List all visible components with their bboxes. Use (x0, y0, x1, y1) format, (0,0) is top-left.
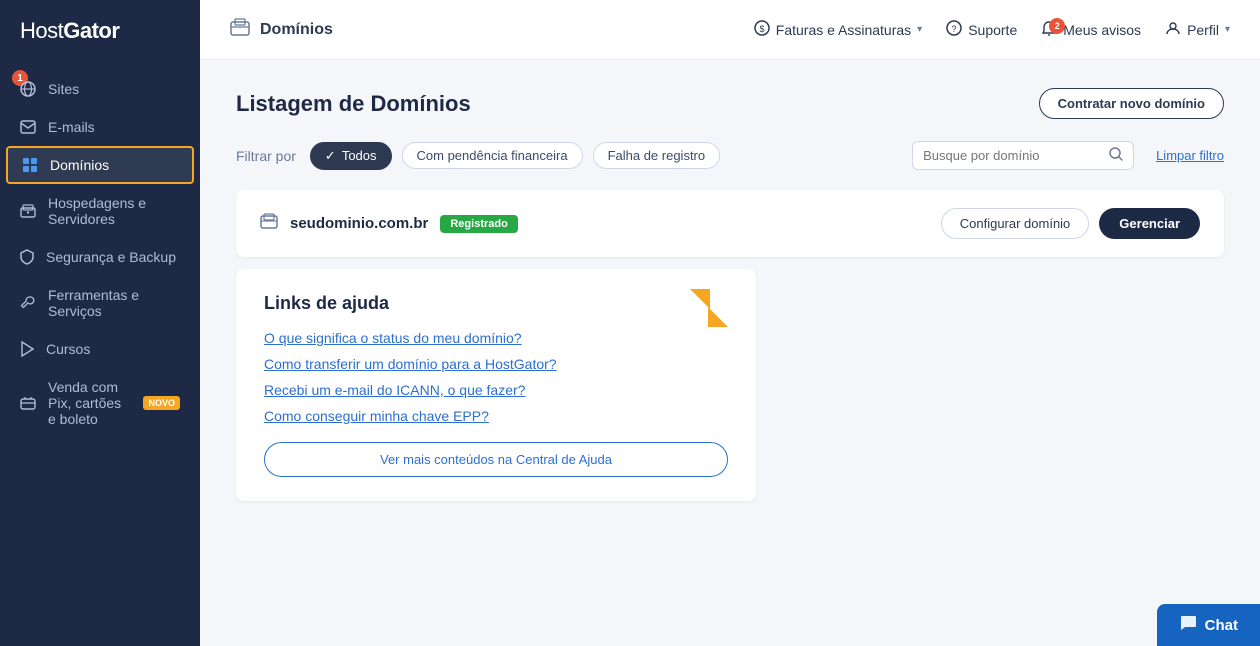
sidebar-item-hospedagens[interactable]: Hospedagens e Servidores (0, 184, 200, 238)
chat-label: Chat (1205, 617, 1238, 634)
page-title: Listagem de Domínios (236, 91, 471, 117)
domain-actions: Configurar domínio Gerenciar (941, 208, 1200, 239)
suporte-icon: ? (946, 20, 962, 39)
nav-perfil[interactable]: Perfil ▾ (1165, 20, 1230, 39)
configure-domain-button[interactable]: Configurar domínio (941, 208, 1090, 239)
header-nav: $ Faturas e Assinaturas ▾ ? Suporte 2 Me… (754, 20, 1230, 39)
sidebar-item-label-dominios: Domínios (50, 157, 109, 173)
sidebar-item-venda[interactable]: Venda com Pix, cartões e boleto NOVO (0, 368, 200, 438)
check-icon: ✓ (325, 148, 336, 164)
help-link-3[interactable]: Recebi um e-mail do ICANN, o que fazer? (264, 382, 728, 398)
sidebar-item-label-hospedagens: Hospedagens e Servidores (48, 195, 180, 227)
domain-row: seudominio.com.br Registrado Configurar … (236, 190, 1224, 257)
venda-icon (20, 396, 36, 410)
seguranca-icon (20, 249, 34, 265)
perfil-chevron: ▾ (1225, 24, 1230, 35)
avisos-label: Meus avisos (1063, 22, 1141, 38)
sidebar-item-cursos[interactable]: Cursos (0, 330, 200, 368)
email-icon (20, 120, 36, 134)
manage-domain-button[interactable]: Gerenciar (1099, 208, 1200, 239)
search-icon (1109, 147, 1123, 164)
sidebar: HostGator 1 Sites E-mails Domínios (0, 0, 200, 646)
nav-faturas[interactable]: $ Faturas e Assinaturas ▾ (754, 20, 922, 39)
help-link-2[interactable]: Como transferir um domínio para a HostGa… (264, 356, 728, 372)
help-link-4[interactable]: Como conseguir minha chave EPP? (264, 408, 728, 424)
dominios-icon (22, 157, 38, 173)
sidebar-item-dominios[interactable]: Domínios (6, 146, 194, 184)
faturas-label: Faturas e Assinaturas (776, 22, 911, 38)
nav-suporte[interactable]: ? Suporte (946, 20, 1017, 39)
content-header: Listagem de Domínios Contratar novo domí… (236, 88, 1224, 119)
cursos-icon (20, 341, 34, 357)
help-card: Links de ajuda O que significa o status … (236, 269, 756, 501)
search-wrapper[interactable] (912, 141, 1134, 170)
sites-icon (20, 81, 36, 97)
main-content: Domínios $ Faturas e Assinaturas ▾ ? Sup… (200, 0, 1260, 646)
chat-button[interactable]: Chat (1157, 604, 1260, 646)
header-title-area: Domínios (230, 18, 333, 41)
svg-text:$: $ (759, 24, 764, 34)
sidebar-item-label-sites: Sites (48, 81, 79, 97)
header-title-text: Domínios (260, 21, 333, 39)
new-domain-button[interactable]: Contratar novo domínio (1039, 88, 1224, 119)
domain-status-badge: Registrado (440, 215, 517, 233)
domain-icon (260, 213, 278, 234)
help-title: Links de ajuda (264, 293, 728, 314)
nav-avisos[interactable]: 2 Meus avisos (1041, 20, 1141, 39)
perfil-icon (1165, 20, 1181, 39)
filter-label: Filtrar por (236, 148, 296, 164)
filter-todos-label: Todos (342, 148, 377, 163)
hospedagens-icon (20, 204, 36, 218)
header: Domínios $ Faturas e Assinaturas ▾ ? Sup… (200, 0, 1260, 60)
filter-pendencia[interactable]: Com pendência financeira (402, 142, 583, 169)
sidebar-item-ferramentas[interactable]: Ferramentas e Serviços (0, 276, 200, 330)
hg-logo-icon (690, 289, 728, 332)
clear-filter-link[interactable]: Limpar filtro (1156, 148, 1224, 163)
perfil-label: Perfil (1187, 22, 1219, 38)
ferramentas-icon (20, 295, 36, 311)
sidebar-item-sites[interactable]: Sites (0, 70, 200, 108)
logo: HostGator (0, 0, 200, 62)
svg-text:?: ? (952, 24, 957, 34)
content-area: Listagem de Domínios Contratar novo domí… (200, 60, 1260, 646)
sidebar-item-emails[interactable]: E-mails (0, 108, 200, 146)
sidebar-item-label-seguranca: Segurança e Backup (46, 249, 176, 265)
faturas-chevron: ▾ (917, 24, 922, 35)
sidebar-item-label-emails: E-mails (48, 119, 95, 135)
sidebar-item-label-cursos: Cursos (46, 341, 90, 357)
search-input[interactable] (923, 148, 1103, 163)
sidebar-item-label-ferramentas: Ferramentas e Serviços (48, 287, 180, 319)
sidebar-nav: Sites E-mails Domínios Hospedagens e Ser… (0, 62, 200, 646)
dominios-header-icon (230, 18, 250, 41)
chat-icon (1179, 614, 1197, 636)
new-badge: NOVO (143, 396, 180, 410)
domain-name: seudominio.com.br (290, 215, 428, 232)
filter-todos[interactable]: ✓ Todos (310, 142, 392, 170)
help-link-1[interactable]: O que significa o status do meu domínio? (264, 330, 728, 346)
sidebar-item-label-venda: Venda com Pix, cartões e boleto (48, 379, 127, 427)
suporte-label: Suporte (968, 22, 1017, 38)
faturas-icon: $ (754, 20, 770, 39)
more-content-button[interactable]: Ver mais conteúdos na Central de Ajuda (264, 442, 728, 477)
sidebar-item-seguranca[interactable]: Segurança e Backup (0, 238, 200, 276)
filter-falha[interactable]: Falha de registro (593, 142, 721, 169)
filter-bar: Filtrar por ✓ Todos Com pendência financ… (236, 141, 1224, 170)
